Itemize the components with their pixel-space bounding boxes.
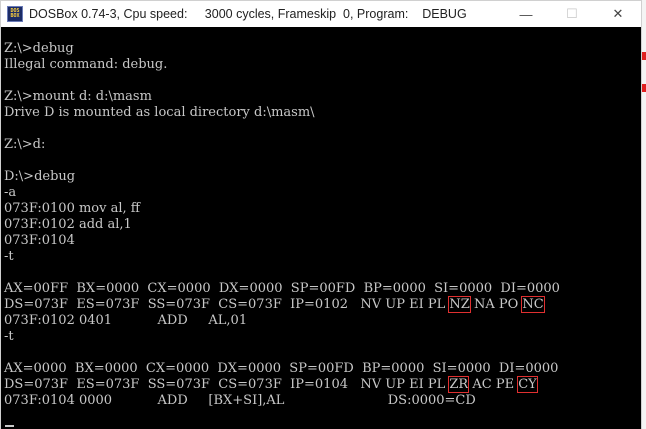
console-line: AX=0000 BX=0000 CX=0000 DX=0000 SP=00FD … xyxy=(4,361,559,376)
close-button[interactable]: ✕ xyxy=(595,1,641,27)
app-icon-text-bottom: BOX xyxy=(10,13,20,19)
console-line: 073F:0100 mov al, ff xyxy=(4,201,141,216)
console-line: 073F:0104 xyxy=(4,233,75,248)
close-icon: ✕ xyxy=(612,6,624,21)
maximize-icon: ☐ xyxy=(566,6,578,21)
console-line: 073F:0102 add al,1 xyxy=(4,217,132,232)
register-text: DS=073F ES=073F SS=073F CS=073F IP=0102 … xyxy=(4,297,450,312)
console-line: 073F:0102 0401 ADD AL,01 xyxy=(4,313,248,328)
console-line: -a xyxy=(4,185,17,200)
console-line: -t xyxy=(4,249,14,264)
console-line: -t xyxy=(4,329,14,344)
console-line: Illegal command: debug. xyxy=(4,57,168,72)
highlighted-flag: ZR xyxy=(448,376,470,393)
register-text: AC PE xyxy=(468,377,519,392)
console-line: Drive D is mounted as local directory d:… xyxy=(4,105,315,120)
console-line: Z:\>debug xyxy=(4,41,74,56)
window-title: DOSBox 0.74-3, Cpu speed: 3000 cycles, F… xyxy=(29,7,467,21)
console-line: Z:\>d: xyxy=(4,137,46,152)
highlighted-flag: NC xyxy=(521,296,545,313)
console-line: DS=073F ES=073F SS=073F CS=073F IP=0102 … xyxy=(4,296,545,313)
minimize-button[interactable]: — xyxy=(503,1,549,27)
register-text: DS=073F ES=073F SS=073F CS=073F IP=0104 … xyxy=(4,377,450,392)
console-line: 073F:0104 0000 ADD [BX+SI],AL DS:0000=CD xyxy=(4,393,476,408)
console-line: Z:\>mount d: d:\masm xyxy=(4,89,152,104)
window-controls: — ☐ ✕ xyxy=(503,1,641,27)
text-cursor xyxy=(5,425,14,427)
title-bar[interactable]: DOS BOX DOSBox 0.74-3, Cpu speed: 3000 c… xyxy=(1,1,641,27)
dos-console[interactable]: Z:\>debug Illegal command: debug. Z:\>moun… xyxy=(1,27,641,429)
minimize-icon: — xyxy=(519,6,533,22)
highlighted-flag: CY xyxy=(517,376,538,393)
register-text: NA PO xyxy=(469,297,523,312)
dosbox-app-icon[interactable]: DOS BOX xyxy=(7,6,23,22)
dosbox-window: DOS BOX DOSBox 0.74-3, Cpu speed: 3000 c… xyxy=(0,0,642,429)
highlighted-flag: NZ xyxy=(448,296,471,313)
console-line: DS=073F ES=073F SS=073F CS=073F IP=0104 … xyxy=(4,376,538,393)
console-line: D:\>debug xyxy=(4,169,76,184)
maximize-button[interactable]: ☐ xyxy=(549,1,595,27)
background-window-edge xyxy=(642,0,646,429)
console-line: AX=00FF BX=0000 CX=0000 DX=0000 SP=00FD … xyxy=(4,281,560,296)
